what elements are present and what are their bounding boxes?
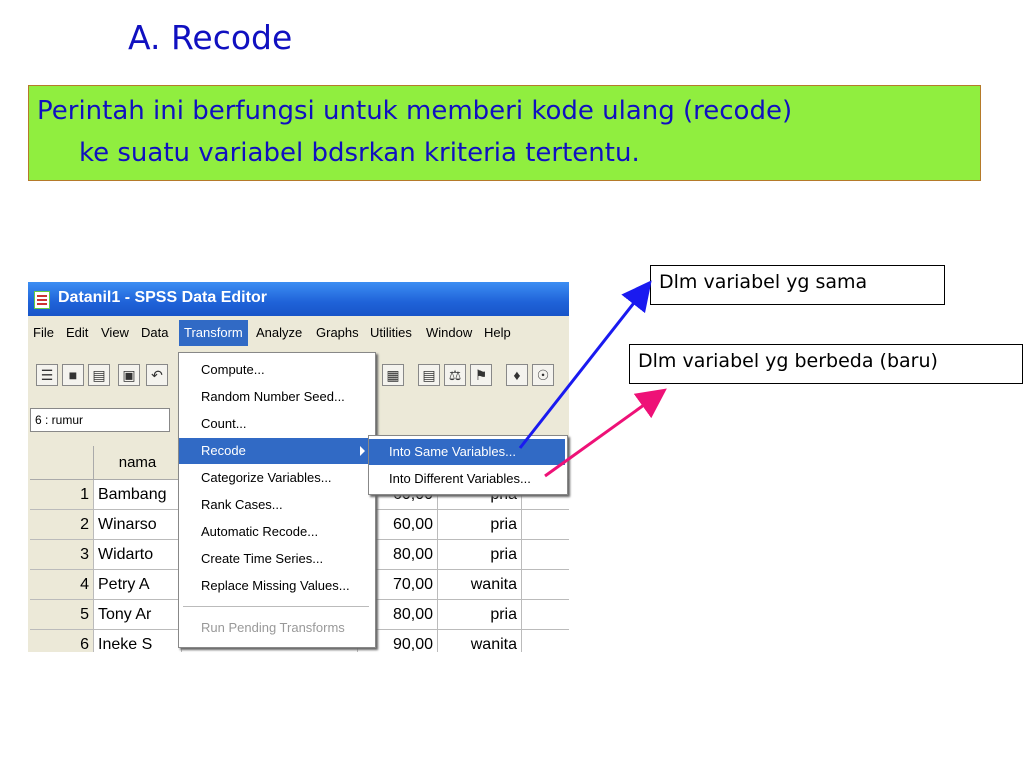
arrow-to-different-variables — [544, 388, 667, 478]
arrow-to-same-variables — [518, 280, 652, 449]
annotation-arrows — [518, 280, 667, 478]
